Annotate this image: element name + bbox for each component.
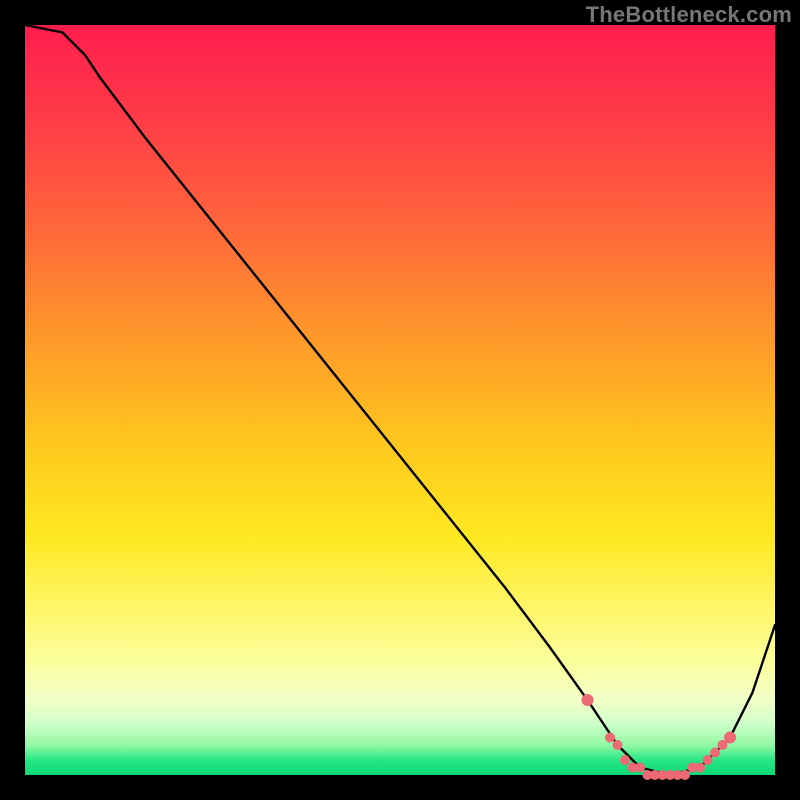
plot-area — [25, 25, 775, 775]
marker-dot — [613, 740, 623, 750]
marker-dot — [710, 748, 720, 758]
marker-dot — [703, 755, 713, 765]
marker-dot — [695, 763, 705, 773]
marker-dot — [582, 694, 594, 706]
chart-svg — [25, 25, 775, 775]
marker-dot — [620, 755, 630, 765]
marker-dot — [680, 770, 690, 780]
bottleneck-curve — [25, 25, 775, 775]
marker-dot — [605, 733, 615, 743]
marker-dot — [724, 732, 736, 744]
highlight-markers — [582, 694, 737, 780]
chart-frame: TheBottleneck.com — [0, 0, 800, 800]
marker-dot — [635, 763, 645, 773]
watermark-text: TheBottleneck.com — [586, 4, 792, 26]
